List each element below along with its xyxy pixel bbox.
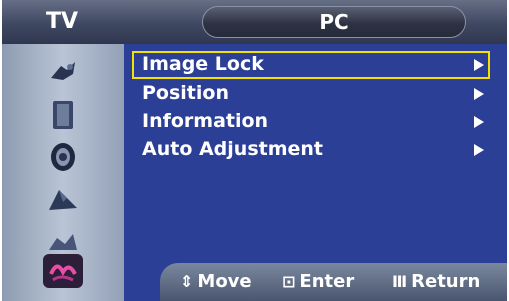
menu-item-auto-adjustment[interactable]: Auto Adjustment [132,136,490,164]
submenu-arrow-icon [474,59,484,71]
menu-item-label: Information [142,110,269,132]
enter-hint-label: Enter [299,271,355,292]
submenu-arrow-icon [474,144,484,156]
return-hint: Ⅲ Return [392,263,480,301]
header-bar: TV PC [2,0,507,45]
menu-item-label: Position [142,82,229,104]
function-icon[interactable] [43,254,83,288]
osd-screen: TV PC Image Lock Position Information Au… [2,0,507,301]
pc-menu-title: PC [319,10,349,34]
tv-tab-label[interactable]: TV [2,0,122,44]
move-hint: ⇕ Move [180,263,252,301]
enter-icon: ⊡ [282,272,296,291]
menu-item-label: Auto Adjustment [142,138,324,160]
menu-item-position[interactable]: Position [132,80,490,108]
sound-icon[interactable] [43,98,83,132]
menu-item-information[interactable]: Information [132,108,490,136]
setup-icon[interactable] [43,182,83,216]
channel-icon[interactable] [43,140,83,174]
enter-hint: ⊡ Enter [282,263,354,301]
category-sidebar [2,44,124,301]
return-icon: Ⅲ [392,272,408,291]
submenu-arrow-icon [474,88,484,100]
picture-icon[interactable] [43,56,83,90]
move-hint-label: Move [197,271,252,292]
pc-menu-title-pill: PC [202,6,466,38]
menu-item-image-lock[interactable]: Image Lock [132,51,490,79]
menu-item-label: Image Lock [142,53,264,75]
footer-hint-bar: ⇕ Move ⊡ Enter Ⅲ Return [160,263,507,301]
input-icon[interactable] [43,224,83,258]
submenu-arrow-icon [474,116,484,128]
return-hint-label: Return [411,271,481,292]
move-icon: ⇕ [180,272,194,291]
